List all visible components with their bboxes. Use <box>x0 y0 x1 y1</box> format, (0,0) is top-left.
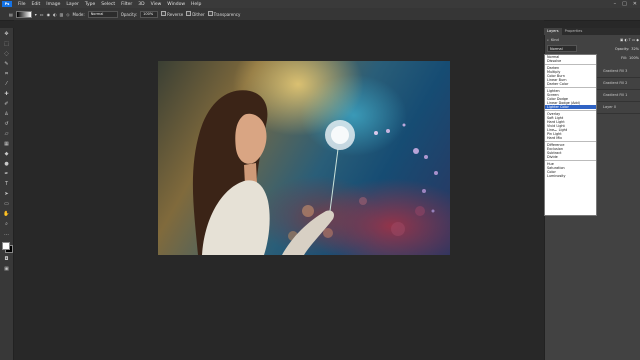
blend-mode-option[interactable]: Divide <box>545 155 596 159</box>
menu-layer[interactable]: Layer <box>63 2 82 7</box>
healing-brush-tool-icon[interactable]: ✚ <box>3 91 10 98</box>
layer-opacity-label: Opacity: <box>614 46 630 51</box>
quick-mask-icon[interactable]: ◘ <box>3 256 10 263</box>
blend-mode-option[interactable]: Lighter Color <box>545 105 596 109</box>
layer-opacity-value[interactable]: 32% <box>631 47 639 51</box>
move-tool-icon[interactable]: ✥ <box>3 31 10 38</box>
menu-window[interactable]: Window <box>164 2 188 7</box>
blend-mode-option[interactable]: Darker Color <box>545 82 596 86</box>
layer-filter-row: ⌕ Kind ▣ ◐ T ▭ ◆ <box>545 35 640 44</box>
fill-label: Fill: <box>621 55 627 60</box>
angle-gradient-icon[interactable]: ◐ <box>53 12 57 17</box>
transparency-option[interactable]: Transparency <box>207 11 240 17</box>
menu-bar: Ps File Edit Image Layer Type Select Fil… <box>0 0 640 8</box>
layer-blend-select[interactable]: Normal <box>547 45 577 52</box>
menu-file[interactable]: File <box>15 2 29 7</box>
zoom-tool-icon[interactable]: ⌕ <box>3 221 10 228</box>
mouse-cursor-icon <box>554 125 558 130</box>
lasso-tool-icon[interactable]: ◌ <box>3 51 10 58</box>
menu-select[interactable]: Select <box>98 2 118 7</box>
menu-separator <box>545 160 596 161</box>
dandelion <box>325 120 438 213</box>
blend-mode-option[interactable]: Luminosity <box>545 174 596 178</box>
transparency-checkbox[interactable] <box>207 11 213 16</box>
menu-separator <box>545 87 596 88</box>
menu-filter[interactable]: Filter <box>118 2 135 7</box>
blend-mode-dropdown[interactable]: Normal Dissolve Darken Multiply Color Burn Li… <box>544 54 597 216</box>
rectangle-tool-icon[interactable]: ▭ <box>3 201 10 208</box>
photo-canvas[interactable] <box>158 61 450 255</box>
menu-image[interactable]: Image <box>43 2 63 7</box>
screen-mode-icon[interactable]: ▣ <box>3 266 10 273</box>
eyedropper-tool-icon[interactable]: ⁄ <box>3 81 10 88</box>
panel-tabs: Layers Properties <box>544 28 640 35</box>
quick-select-tool-icon[interactable]: ✎ <box>3 61 10 68</box>
linear-gradient-icon[interactable]: ▭ <box>40 12 44 17</box>
maximize-icon[interactable]: □ <box>622 1 627 7</box>
dither-option[interactable]: Dither <box>186 11 205 17</box>
history-brush-tool-icon[interactable]: ↺ <box>3 121 10 128</box>
photoshop-logo: Ps <box>2 1 12 7</box>
kind-filter[interactable]: Kind <box>551 38 559 42</box>
diamond-gradient-icon[interactable]: ◇ <box>66 12 69 17</box>
gradient-tool-icon[interactable]: ▦ <box>3 141 10 148</box>
menu-type[interactable]: Type <box>82 2 98 7</box>
filter-icons[interactable]: ▣ ◐ T ▭ ◆ <box>620 38 639 42</box>
blend-mode-option[interactable]: Dissolve <box>545 59 596 63</box>
fill-value[interactable]: 100% <box>629 56 639 60</box>
minimize-icon[interactable]: – <box>614 1 617 7</box>
radial-gradient-icon[interactable]: ◉ <box>47 12 51 17</box>
path-selection-tool-icon[interactable]: ➤ <box>3 191 10 198</box>
tools-panel: ✥ ⬚ ◌ ✎ ⌗ ⁄ ✚ ✐ ♙ ↺ ▱ ▦ ◆ ● ✒ T ➤ ▭ ✋ ⌕ … <box>0 28 14 360</box>
eraser-tool-icon[interactable]: ▱ <box>3 131 10 138</box>
dodge-tool-icon[interactable]: ● <box>3 161 10 168</box>
reflected-gradient-icon[interactable]: ▥ <box>60 12 64 17</box>
color-swatches[interactable] <box>1 242 13 253</box>
window-controls: – □ ✕ <box>614 1 637 7</box>
menu-view[interactable]: View <box>148 2 165 7</box>
crop-tool-icon[interactable]: ⌗ <box>3 71 10 78</box>
opacity-input[interactable]: 100% <box>140 10 159 18</box>
dither-checkbox[interactable] <box>186 11 192 16</box>
layer-blend-row: Normal Opacity: 32% <box>545 44 640 53</box>
hand-tool-icon[interactable]: ✋ <box>3 211 10 218</box>
woman-silhouette <box>192 90 335 255</box>
opacity-label: Opacity: <box>120 11 138 17</box>
chevron-down-icon[interactable]: ▾ <box>35 12 37 17</box>
gradient-tool-icon[interactable]: ▤ <box>9 12 13 17</box>
menu-separator <box>545 141 596 142</box>
reverse-checkbox[interactable] <box>161 11 167 16</box>
menu-edit[interactable]: Edit <box>29 2 44 7</box>
menu-separator <box>545 64 596 65</box>
mode-select[interactable]: Normal <box>87 10 118 18</box>
close-icon[interactable]: ✕ <box>633 1 637 7</box>
tab-properties[interactable]: Properties <box>562 28 586 35</box>
marquee-tool-icon[interactable]: ⬚ <box>3 41 10 48</box>
tab-layers[interactable]: Layers <box>544 28 562 35</box>
blend-mode-option[interactable]: Hard Mix <box>545 136 596 140</box>
clone-stamp-tool-icon[interactable]: ♙ <box>3 111 10 118</box>
mode-label: Mode: <box>72 11 85 17</box>
brush-tool-icon[interactable]: ✐ <box>3 101 10 108</box>
reverse-option[interactable]: Reverse <box>161 11 183 17</box>
more-tools-icon[interactable]: … <box>3 231 10 238</box>
menu-separator <box>545 110 596 111</box>
menu-3d[interactable]: 3D <box>135 2 147 7</box>
menu-help[interactable]: Help <box>188 2 204 7</box>
gradient-swatch[interactable] <box>15 10 32 18</box>
blur-tool-icon[interactable]: ◆ <box>3 151 10 158</box>
pen-tool-icon[interactable]: ✒ <box>3 171 10 178</box>
foreground-color-swatch[interactable] <box>1 242 10 250</box>
type-tool-icon[interactable]: T <box>3 181 10 188</box>
filter-search-icon[interactable]: ⌕ <box>547 38 549 42</box>
photo-illustration <box>192 90 438 255</box>
